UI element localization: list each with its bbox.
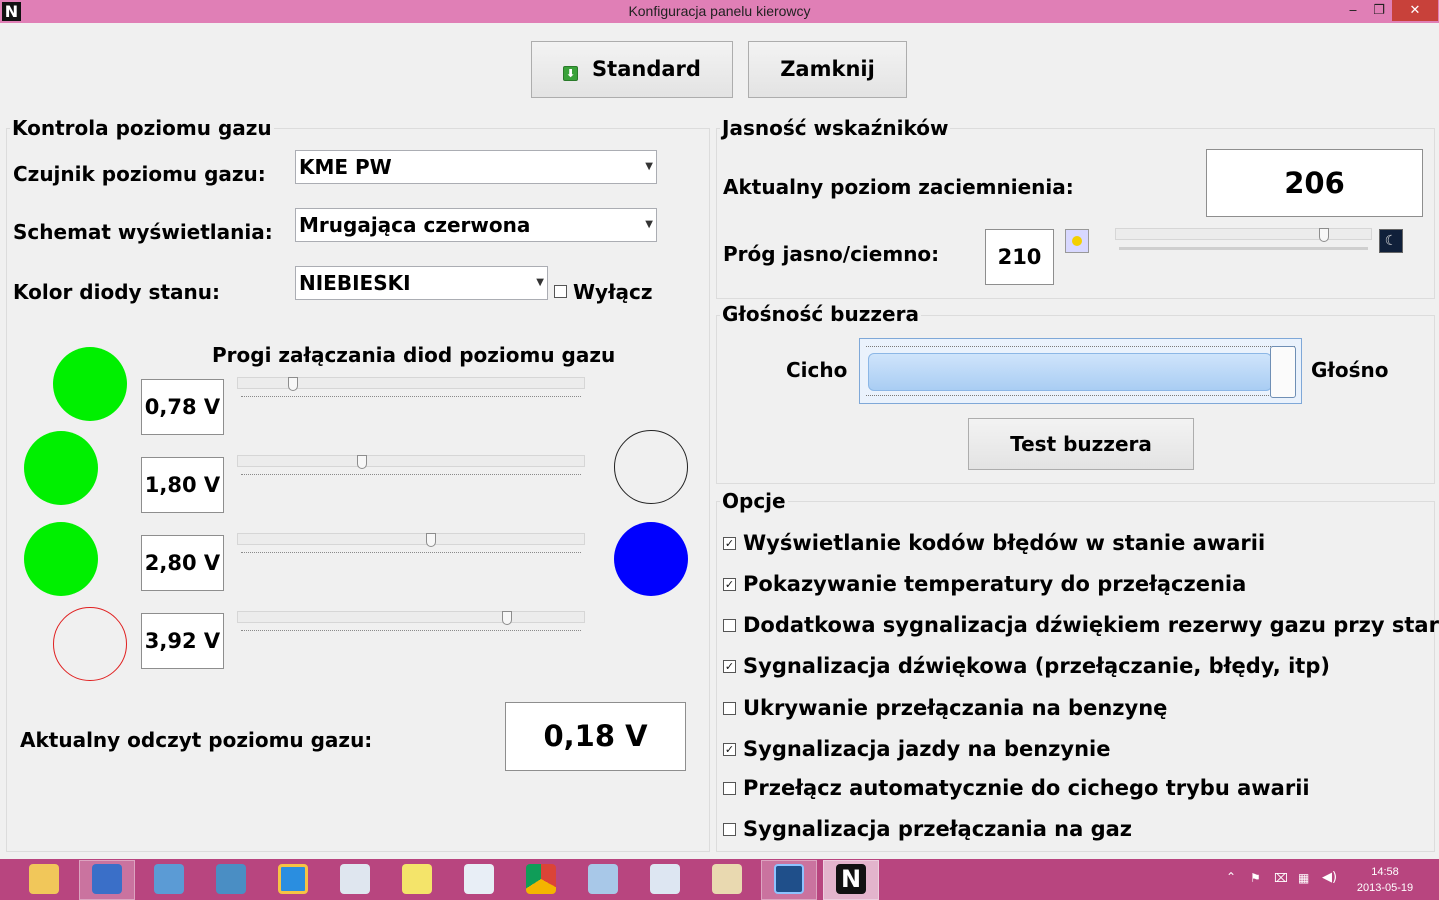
volume-thumb[interactable] [1270,346,1296,398]
threshold-slider-1[interactable] [237,377,585,403]
wordpad-icon[interactable] [650,864,680,894]
threshold-value-2: 1,80 V [141,457,224,513]
option-checkbox[interactable]: ✓ [723,578,736,591]
option-checkbox[interactable]: ✓ [723,537,736,550]
control-panel-icon[interactable] [216,864,246,894]
loud-label: Głośno [1311,358,1389,382]
brightness-title: Jasność wskaźników [720,116,951,140]
chrome-icon[interactable] [526,864,556,894]
chevron-down-icon: ▼ [645,161,653,172]
window-icon[interactable] [154,864,184,894]
volume-fill [868,353,1272,391]
sticky-notes-icon[interactable] [402,864,432,894]
current-gas-label: Aktualny odczyt poziomu gazu: [20,728,373,752]
option-checkbox[interactable] [723,782,736,795]
light-threshold-label: Próg jasno/ciemno: [723,242,940,266]
test-buzzer-button[interactable]: Test buzzera [968,418,1194,470]
app-logo-icon: N [2,2,21,21]
option-label: Sygnalizacja jazdy na benzynie [743,737,1111,761]
close-window-button[interactable]: ✕ [1392,0,1438,21]
threshold-slider-3[interactable] [237,533,585,559]
threshold-value-4: 3,92 V [141,613,224,669]
close-button[interactable]: Zamknij [748,41,907,98]
option-label: Sygnalizacja dźwiękowa (przełączanie, bł… [743,654,1330,678]
threshold-value-1: 0,78 V [141,379,224,435]
scheme-select-value: Mrugająca czerwona [299,213,531,237]
sensor-label: Czujnik poziomu gazu: [13,162,266,186]
option-label: Dodatkowa sygnalizacja dźwiękiem rezerwy… [743,613,1439,637]
sun-icon [1065,229,1089,253]
gas-led-2 [24,431,98,505]
standard-button-label: Standard [592,57,701,81]
volume-slider[interactable] [859,338,1302,404]
paint-icon[interactable] [712,864,742,894]
quiet-label: Cicho [786,358,848,382]
option-checkbox[interactable] [723,823,736,836]
dim-level-value: 206 [1206,149,1423,217]
file-explorer-icon[interactable] [29,864,59,894]
gas-led-4 [53,607,127,681]
tray-volume-icon[interactable]: ◀) [1322,870,1337,885]
sketch-icon[interactable] [464,864,494,894]
scheme-label: Schemat wyświetlania: [13,220,273,244]
moon-icon: ☾ [1379,229,1403,253]
option-label: Pokazywanie temperatury do przełączenia [743,572,1247,596]
sensor-select-value: KME PW [299,155,392,179]
n-app-icon[interactable]: N [836,864,866,894]
clock-time[interactable]: 14:58 [1350,866,1420,878]
slider-thumb[interactable] [1319,228,1329,242]
restore-button[interactable]: ❐ [1366,0,1392,21]
gas-control-title: Kontrola poziomu gazu [10,116,274,140]
dim-level-label: Aktualny poziom zaciemnienia: [723,175,1074,199]
option-checkbox[interactable] [723,619,736,632]
threshold-slider-2[interactable] [237,455,585,481]
computer-icon[interactable] [92,864,122,894]
light-threshold-value: 210 [985,229,1054,285]
scheme-select[interactable]: Mrugająca czerwona ▼ [295,208,657,242]
calculator-icon[interactable] [340,864,370,894]
status-led-blue [614,522,688,596]
light-threshold-slider[interactable] [1115,228,1372,254]
status-led-off [614,430,688,504]
threshold-slider-4[interactable] [237,611,585,637]
tray-chevron-icon[interactable]: ⌃ [1226,870,1236,884]
minimize-button[interactable]: ‒ [1340,0,1366,21]
sensor-select[interactable]: KME PW ▼ [295,150,657,184]
option-checkbox[interactable]: ✓ [723,660,736,673]
tray-flag-icon[interactable]: ⚑ [1250,871,1261,885]
option-checkbox[interactable]: ✓ [723,743,736,756]
slider-thumb[interactable] [426,533,436,547]
thresholds-title: Progi załączania diod poziomu gazu [212,343,616,367]
tray-network-icon[interactable]: ▦ [1298,871,1309,885]
buzzer-title: Głośność buzzera [720,302,921,326]
standard-button[interactable]: ⬇ Standard [531,41,733,98]
notepad-icon[interactable] [588,864,618,894]
slider-thumb[interactable] [502,611,512,625]
option-label: Wyświetlanie kodów błędów w stanie awari… [743,531,1266,555]
option-label: Sygnalizacja przełączania na gaz [743,817,1133,841]
internet-explorer-icon[interactable] [278,864,308,894]
download-icon: ⬇ [563,66,579,81]
led-color-select[interactable]: NIEBIESKI ▼ [295,266,548,300]
chevron-down-icon: ▼ [645,219,653,230]
current-gas-value: 0,18 V [505,702,686,771]
disable-label: Wyłącz [573,280,653,304]
gas-led-1 [53,347,127,421]
disable-checkbox[interactable] [554,285,567,298]
option-label: Przełącz automatycznie do cichego trybu … [743,776,1310,800]
app-circle-icon[interactable] [774,864,804,894]
gas-led-3 [24,522,98,596]
led-color-select-value: NIEBIESKI [299,271,411,295]
chevron-down-icon: ▼ [536,277,544,288]
option-label: Ukrywanie przełączania na benzynę [743,696,1168,720]
slider-thumb[interactable] [288,377,298,391]
option-checkbox[interactable] [723,702,736,715]
threshold-value-3: 2,80 V [141,535,224,591]
options-title: Opcje [720,489,788,513]
led-color-label: Kolor diody stanu: [13,280,220,304]
window-title: Konfiguracja panelu kierowcy [628,3,811,19]
tray-usb-icon[interactable]: ⌧ [1274,871,1288,885]
clock-date[interactable]: 2013-05-19 [1350,882,1420,894]
slider-thumb[interactable] [357,455,367,469]
